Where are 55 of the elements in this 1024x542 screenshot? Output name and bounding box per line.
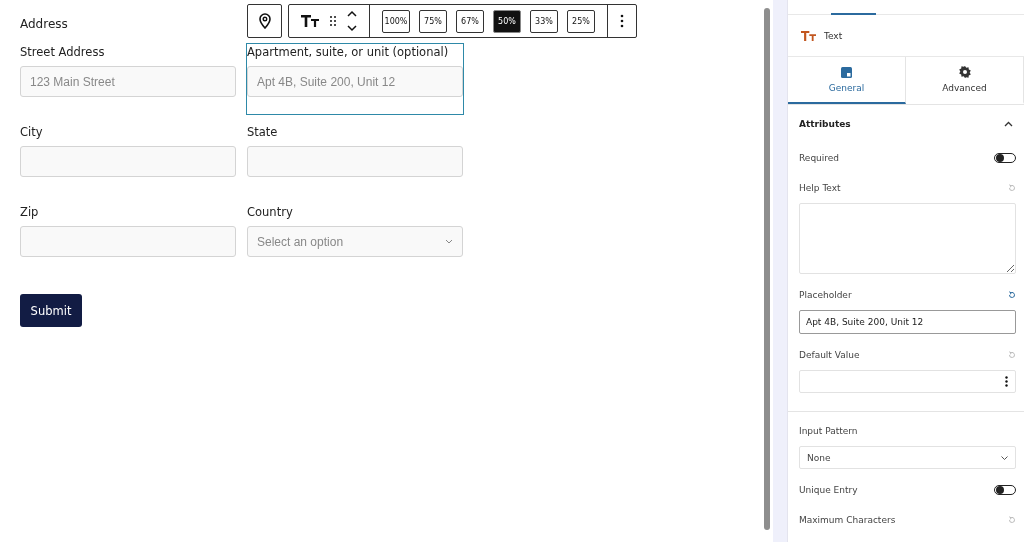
width-button[interactable]: 67% — [456, 9, 484, 33]
chevron-down-icon — [445, 239, 453, 244]
placeholder-input[interactable]: Apt 4B, Suite 200, Unit 12 — [799, 310, 1016, 334]
field-label: Apartment, suite, or unit (optional) — [247, 45, 450, 61]
input-field[interactable] — [247, 146, 463, 177]
setting-label: Maximum Characters — [799, 515, 896, 525]
panel-tab[interactable]: General — [788, 57, 906, 104]
width-button[interactable]: 50% — [493, 9, 521, 33]
input-field[interactable] — [20, 146, 236, 177]
form-field[interactable]: Street Address 123 Main Street — [20, 44, 236, 114]
select-field[interactable]: Select an option — [247, 226, 463, 257]
setting-label: Required — [799, 153, 840, 163]
more-options-icon[interactable] — [620, 14, 624, 28]
section-title: Attributes — [799, 119, 851, 129]
width-button[interactable]: 75% — [419, 9, 447, 33]
collapse-chevron-icon[interactable] — [1004, 121, 1013, 127]
field-label: State — [247, 125, 279, 141]
setting-label: Input Pattern — [799, 426, 858, 436]
gear-icon — [958, 66, 971, 78]
move-up-down-icon[interactable] — [347, 10, 357, 32]
setting-label: Help Text — [799, 183, 841, 193]
form-field[interactable]: Apartment, suite, or unit (optional) Apt 4B, Suite 200, Unit 12 — [247, 44, 463, 114]
input-pattern-select[interactable]: None — [799, 446, 1016, 469]
form-title: Address — [20, 17, 68, 33]
setting-label: Default Value — [799, 350, 860, 360]
field-label: Zip — [20, 205, 40, 221]
tab-indicator — [831, 13, 876, 15]
chevron-down-icon — [1001, 455, 1008, 460]
setting-label: Placeholder — [799, 290, 852, 300]
width-button[interactable]: 33% — [530, 9, 558, 33]
default-value-field[interactable] — [799, 370, 1016, 393]
form-field[interactable]: State — [247, 124, 463, 194]
block-name: Text — [824, 30, 843, 41]
input-field[interactable] — [20, 226, 236, 257]
text-type-icon[interactable] — [301, 15, 319, 27]
drag-handle-icon[interactable] — [329, 15, 337, 27]
input-field[interactable]: Apt 4B, Suite 200, Unit 12 — [247, 66, 463, 97]
input-field[interactable]: 123 Main Street — [20, 66, 236, 97]
more-options-icon[interactable] — [1005, 376, 1008, 387]
field-label: City — [20, 125, 44, 141]
form-field[interactable]: City — [20, 124, 236, 194]
field-label: Street Address — [20, 45, 106, 61]
setting-label: Unique Entry — [799, 485, 858, 495]
width-button[interactable]: 100% — [382, 9, 410, 33]
field-label: Country — [247, 205, 294, 221]
width-button[interactable]: 25% — [567, 9, 595, 33]
form-field[interactable]: Country Select an option — [247, 204, 463, 274]
form-field[interactable]: Zip — [20, 204, 236, 274]
submit-button[interactable]: Submit — [20, 294, 82, 327]
general-tab-icon — [841, 66, 852, 78]
location-pin-icon — [257, 13, 272, 29]
reset-icon[interactable] — [1008, 291, 1016, 299]
scrollbar[interactable] — [763, 8, 770, 530]
text-type-icon — [801, 30, 816, 41]
location-pin-button[interactable] — [247, 4, 282, 38]
